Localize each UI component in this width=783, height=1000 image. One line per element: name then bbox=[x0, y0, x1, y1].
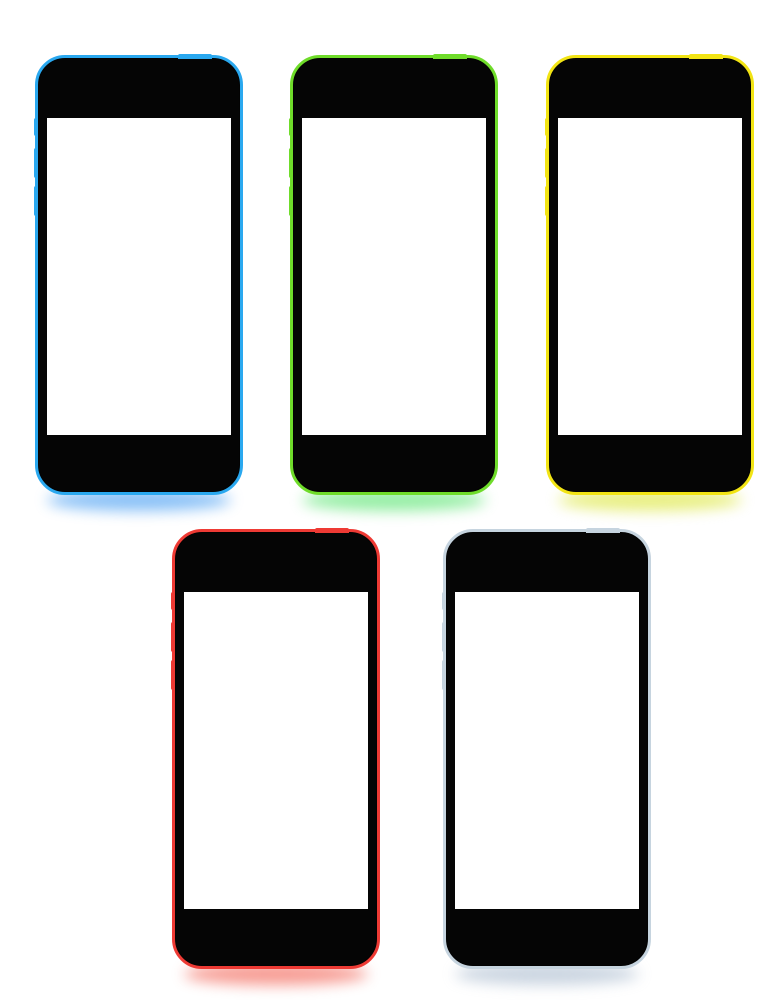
power-button bbox=[178, 54, 212, 59]
phone-frame bbox=[289, 54, 498, 495]
volume-up-button bbox=[171, 622, 175, 652]
mute-switch bbox=[34, 118, 38, 136]
volume-down-button bbox=[34, 186, 38, 216]
volume-down-button bbox=[171, 660, 175, 690]
phone-screen bbox=[455, 592, 639, 909]
phone-white bbox=[442, 528, 651, 985]
volume-up-button bbox=[289, 148, 293, 178]
volume-up-button bbox=[442, 622, 446, 652]
volume-down-button bbox=[289, 186, 293, 216]
mute-switch bbox=[171, 592, 175, 610]
phone-screen bbox=[558, 118, 742, 435]
phone-screen bbox=[184, 592, 368, 909]
mute-switch bbox=[289, 118, 293, 136]
phone-blue bbox=[34, 54, 243, 511]
phone-screen bbox=[47, 118, 231, 435]
mute-switch bbox=[545, 118, 549, 136]
volume-down-button bbox=[442, 660, 446, 690]
mute-switch bbox=[442, 592, 446, 610]
volume-up-button bbox=[34, 148, 38, 178]
phone-frame bbox=[545, 54, 754, 495]
volume-up-button bbox=[545, 148, 549, 178]
phone-red bbox=[171, 528, 380, 985]
power-button bbox=[689, 54, 723, 59]
phone-frame bbox=[34, 54, 243, 495]
phone-frame bbox=[171, 528, 380, 969]
power-button bbox=[315, 528, 349, 533]
power-button bbox=[433, 54, 467, 59]
phone-green bbox=[289, 54, 498, 511]
phone-screen bbox=[302, 118, 486, 435]
phone-yellow bbox=[545, 54, 754, 511]
volume-down-button bbox=[545, 186, 549, 216]
power-button bbox=[586, 528, 620, 533]
phone-frame bbox=[442, 528, 651, 969]
